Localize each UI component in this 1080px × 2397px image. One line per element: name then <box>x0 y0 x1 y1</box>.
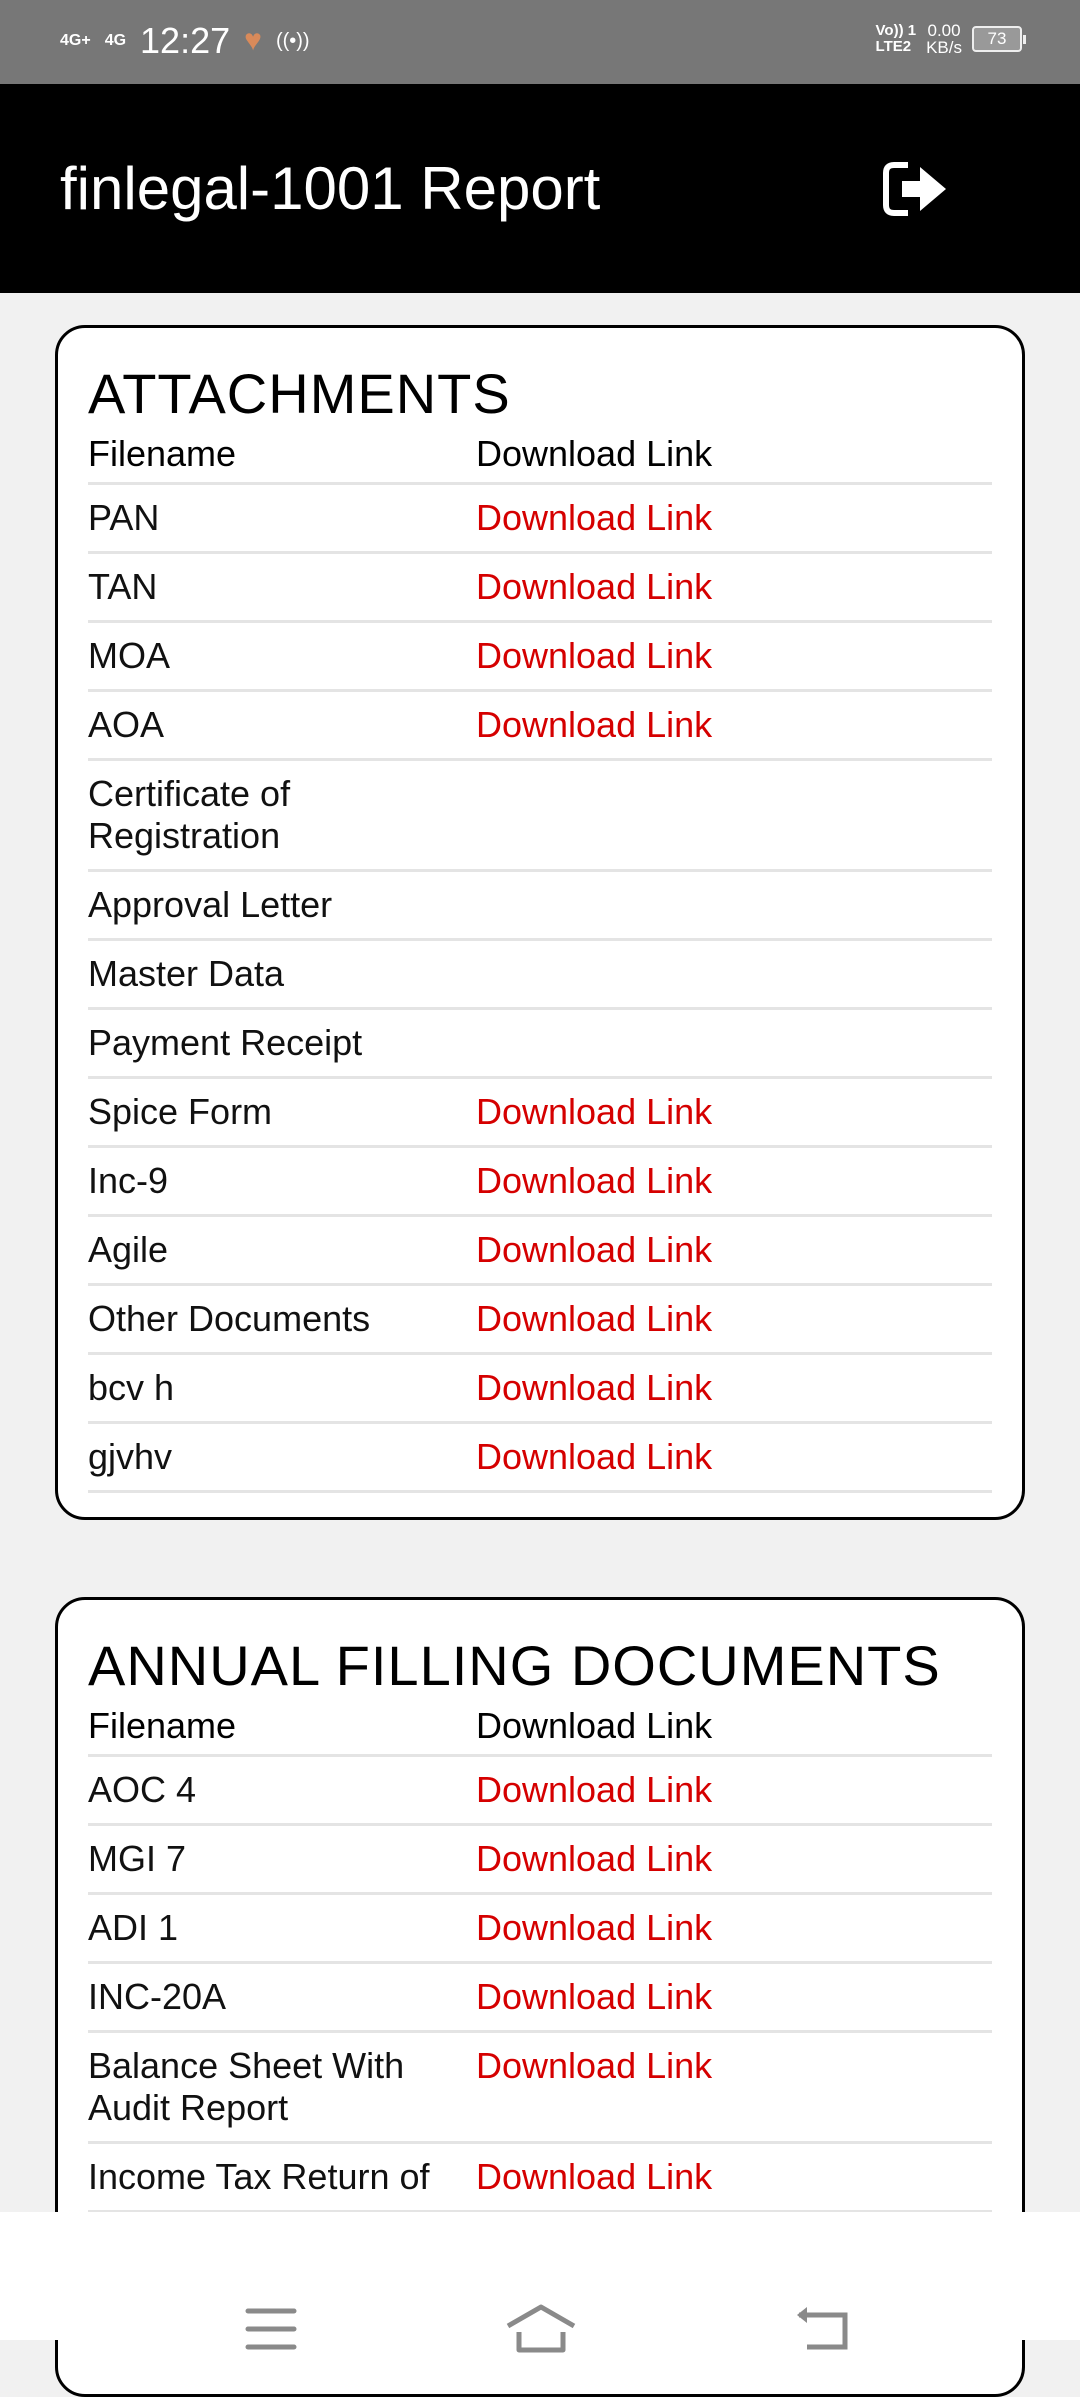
download-link[interactable]: Download Link <box>476 497 712 539</box>
download-link[interactable]: Download Link <box>476 1229 712 1271</box>
filename-cell: Payment Receipt <box>88 1022 363 1063</box>
signal-icon-sim1: 4G+ <box>60 32 91 49</box>
download-link[interactable]: Download Link <box>476 704 712 746</box>
table-row: PAN Download Link <box>88 485 992 554</box>
battery-icon: 73 <box>972 26 1026 52</box>
filename-cell: Certificate of Registration <box>88 773 291 856</box>
table-row: Other Documents Download Link <box>88 1286 992 1355</box>
filename-cell: TAN <box>88 566 158 607</box>
volte-indicator: Vo)) 1 LTE2 <box>876 23 917 55</box>
speed-value: 0.00 <box>927 21 961 40</box>
status-bar: 4G+ 4G 12:27 ♥ ((•)) Vo)) 1 LTE2 0.00 KB… <box>0 0 1080 84</box>
download-link[interactable]: Download Link <box>476 1436 712 1478</box>
table-row: Payment Receipt <box>88 1010 992 1079</box>
table-header: Filename Download Link <box>88 1704 992 1757</box>
table-row: Income Tax Return of Download Link <box>88 2144 992 2213</box>
column-header-download: Download Link <box>476 1705 713 1746</box>
download-link[interactable]: Download Link <box>476 1091 712 1133</box>
filename-cell: Master Data <box>88 953 285 994</box>
table-row: INC-20A Download Link <box>88 1964 992 2033</box>
column-header-filename: Filename <box>88 1705 237 1746</box>
lte-label: LTE2 <box>875 38 912 55</box>
heart-icon: ♥ <box>244 24 262 57</box>
filename-cell: AOA <box>88 704 165 745</box>
menu-icon[interactable] <box>245 2307 297 2351</box>
filename-cell: Balance Sheet With Audit Report <box>88 2045 405 2128</box>
filename-cell: Approval Letter <box>88 884 333 925</box>
attachments-card: ATTACHMENTS Filename Download Link PAN Do… <box>55 325 1025 1520</box>
clock: 12:27 <box>140 20 231 61</box>
volte-label: Vo)) 1 <box>875 22 917 39</box>
filename-cell: ADI 1 <box>88 1907 179 1948</box>
table-row: Spice Form Download Link <box>88 1079 992 1148</box>
back-icon[interactable] <box>795 2307 851 2351</box>
download-link[interactable]: Download Link <box>476 1907 712 1949</box>
filename-cell: Other Documents <box>88 1298 371 1339</box>
download-link[interactable]: Download Link <box>476 2045 712 2129</box>
app-header: finlegal-1001 Report <box>0 84 1080 293</box>
home-icon[interactable] <box>505 2304 577 2354</box>
download-link[interactable]: Download Link <box>476 1769 712 1811</box>
table-row: ADI 1 Download Link <box>88 1895 992 1964</box>
filename-cell: Income Tax Return of <box>88 2156 430 2197</box>
table-row: Inc-9 Download Link <box>88 1148 992 1217</box>
download-link[interactable]: Download Link <box>476 566 712 608</box>
signal-icon-sim2: 4G <box>104 32 127 49</box>
page-title: finlegal-1001 Report <box>60 155 601 222</box>
network-speed: 0.00 KB/s <box>926 22 962 56</box>
table-row: Certificate of Registration <box>88 761 992 872</box>
table-row: AOC 4 Download Link <box>88 1757 992 1826</box>
table-row: Balance Sheet With Audit Report Download … <box>88 2033 992 2144</box>
section-title: ATTACHMENTS <box>88 362 511 425</box>
filename-cell: INC-20A <box>88 1976 227 2017</box>
filename-cell: Spice Form <box>88 1091 273 1132</box>
filename-cell: gjvhv <box>88 1436 173 1477</box>
speed-unit: KB/s <box>926 38 962 57</box>
download-link[interactable]: Download Link <box>476 1367 712 1409</box>
download-link[interactable]: Download Link <box>476 1838 712 1880</box>
system-nav-bar <box>0 2212 1080 2353</box>
filename-cell: bcv h <box>88 1367 175 1408</box>
table-header: Filename Download Link <box>88 432 992 485</box>
filename-cell: Agile <box>88 1229 169 1270</box>
hotspot-icon: ((•)) <box>275 29 310 52</box>
download-link[interactable]: Download Link <box>476 1298 712 1340</box>
filename-cell: PAN <box>88 497 160 538</box>
table-row: bcv h Download Link <box>88 1355 992 1424</box>
table-row: Master Data <box>88 941 992 1010</box>
table-row: Agile Download Link <box>88 1217 992 1286</box>
download-link[interactable]: Download Link <box>476 2156 712 2198</box>
column-header-filename: Filename <box>88 433 237 474</box>
section-title: ANNUAL FILLING DOCUMENTS <box>88 1634 941 1697</box>
download-link[interactable]: Download Link <box>476 1976 712 2018</box>
filename-cell: Inc-9 <box>88 1160 169 1201</box>
table-row: AOA Download Link <box>88 692 992 761</box>
table-row: MOA Download Link <box>88 623 992 692</box>
download-link[interactable]: Download Link <box>476 635 712 677</box>
table-row: Approval Letter <box>88 872 992 941</box>
sign-out-icon[interactable] <box>880 159 952 219</box>
column-header-download: Download Link <box>476 433 713 474</box>
filename-cell: MOA <box>88 635 171 676</box>
download-link[interactable]: Download Link <box>476 1160 712 1202</box>
table-row: TAN Download Link <box>88 554 992 623</box>
table-row: gjvhv Download Link <box>88 1424 992 1493</box>
filename-cell: MGI 7 <box>88 1838 187 1879</box>
table-row: MGI 7 Download Link <box>88 1826 992 1895</box>
filename-cell: AOC 4 <box>88 1769 197 1810</box>
